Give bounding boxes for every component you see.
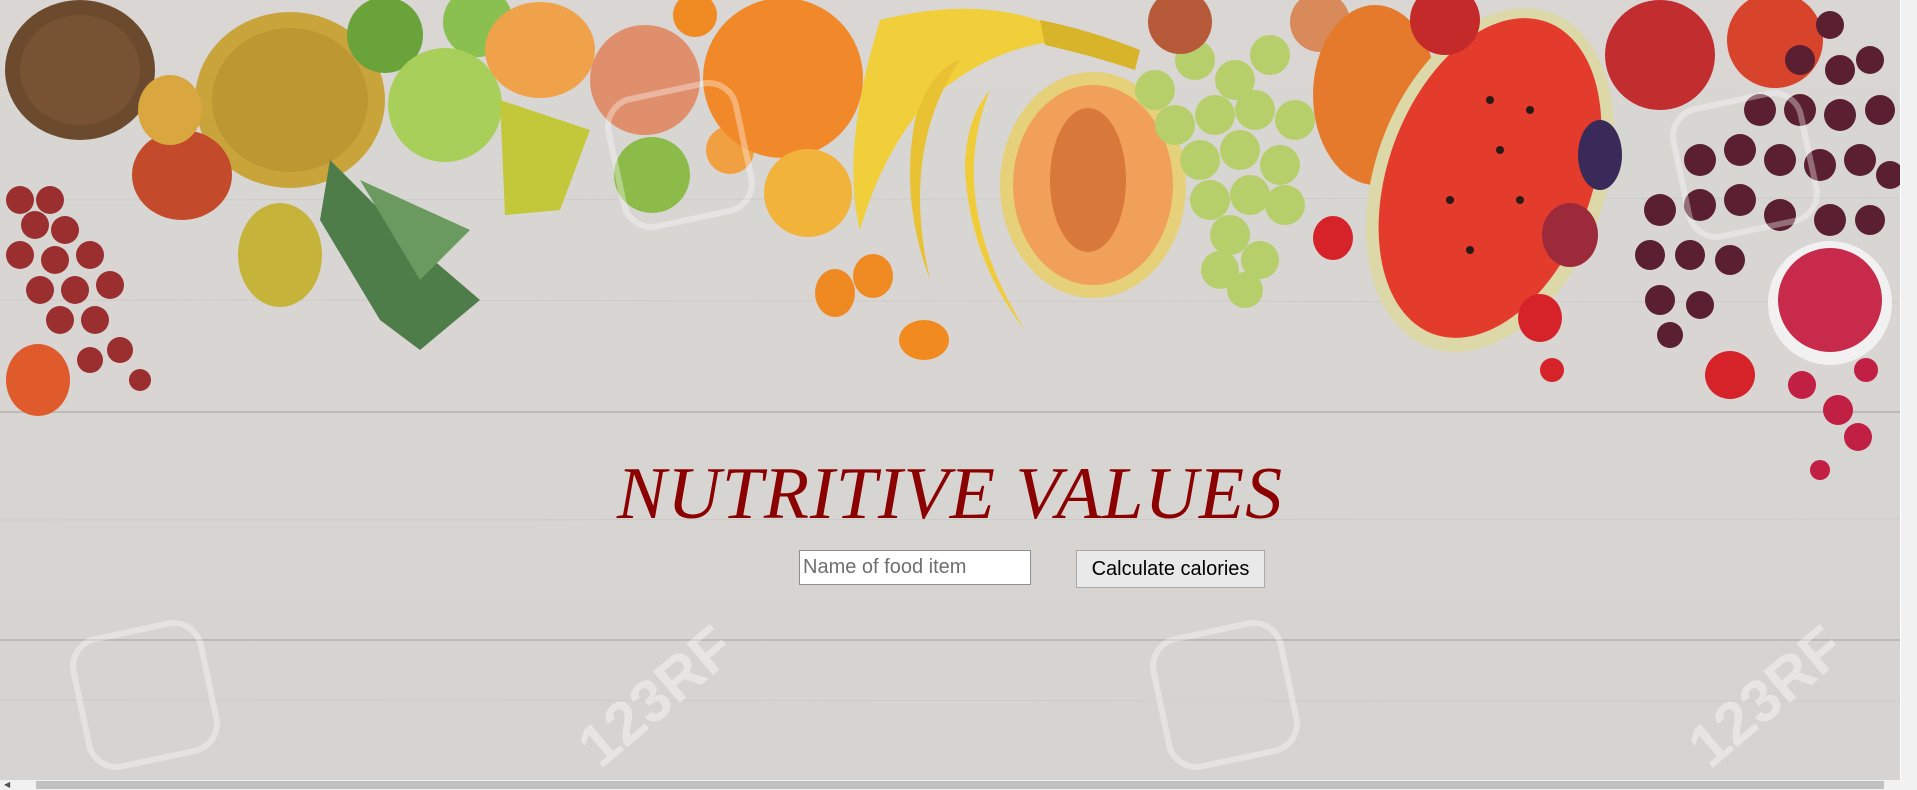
scrollbar-thumb[interactable] xyxy=(36,781,1884,789)
page-title: NUTRITIVE VALUES xyxy=(616,453,1284,535)
food-name-input[interactable] xyxy=(799,550,1031,585)
fruit-banner-image: 123RF 123RF xyxy=(0,0,1900,780)
horizontal-scrollbar[interactable]: ◀ xyxy=(0,780,1901,790)
arrow-left-icon[interactable]: ◀ xyxy=(4,781,10,789)
vertical-scrollbar[interactable] xyxy=(1901,0,1917,790)
background-wood-image: 123RF 123RF xyxy=(0,0,1900,780)
svg-text:123RF: 123RF xyxy=(1675,613,1856,780)
calculate-calories-button[interactable]: Calculate calories xyxy=(1076,550,1265,588)
svg-text:123RF: 123RF xyxy=(565,613,746,780)
